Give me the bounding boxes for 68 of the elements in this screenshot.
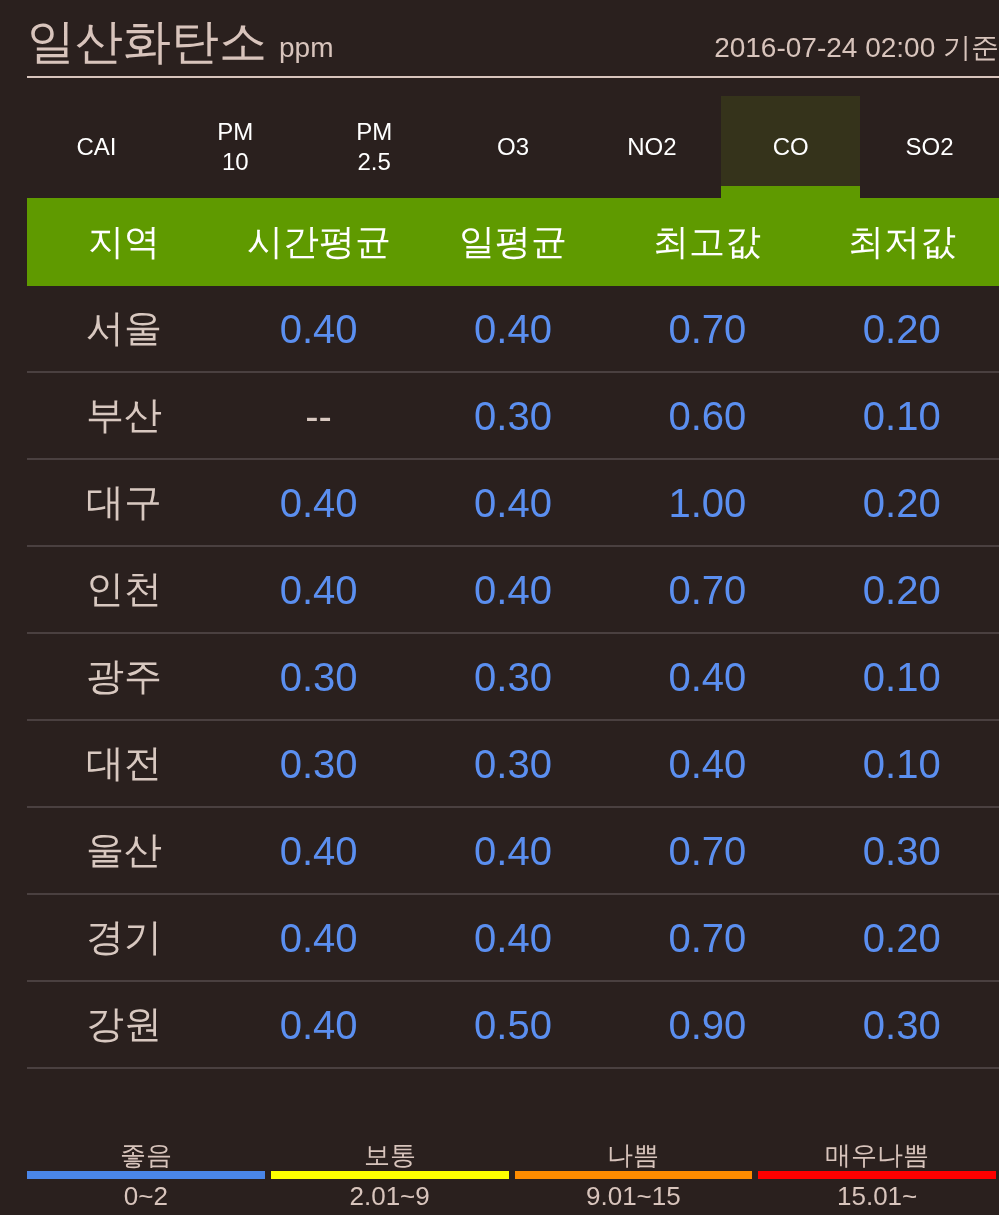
value-cell-text: 0.40 (473, 827, 553, 875)
region-cell-text: 인천 (85, 567, 164, 612)
pollutant-tab[interactable]: O3 (443, 96, 583, 198)
pollutant-tab[interactable]: PM 10 (165, 96, 305, 198)
region-cell-text: 경기 (85, 915, 164, 960)
value-cell-text: 0.40 (667, 740, 748, 788)
value-cell-text: 0.40 (278, 914, 359, 962)
value-cell-text: 0.30 (861, 1001, 942, 1049)
column-header: 최고값 (652, 220, 763, 264)
legend-label: 매우나쁨 (825, 1139, 930, 1171)
value-cell-text: 0.90 (667, 1001, 748, 1049)
value-cell-text: 0.40 (278, 566, 359, 614)
legend-range: 2.01~9 (349, 1180, 430, 1213)
legend-range: 0~2 (123, 1180, 168, 1213)
pollutant-tab[interactable]: CO (721, 96, 861, 198)
value-cell-text: 0.40 (278, 827, 359, 875)
region-cell-text: 울산 (85, 828, 164, 873)
region-cell-text: 부산 (85, 393, 164, 438)
value-cell-text: 0.30 (473, 653, 553, 701)
pollutant-tab[interactable]: PM 2.5 (304, 96, 444, 198)
region-cell-text: 서울 (85, 306, 164, 351)
region-cell-text: 강원 (85, 1002, 164, 1047)
value-cell-text: 0.40 (473, 914, 553, 962)
value-cell-text: 0.70 (667, 827, 748, 875)
value-cell-text: 0.40 (473, 479, 553, 527)
legend-label: 나쁨 (607, 1139, 660, 1171)
column-header: 최저값 (846, 220, 957, 264)
value-cell-text: 0.40 (278, 479, 359, 527)
value-cell-text: 0.20 (861, 479, 942, 527)
region-cell-text: 광주 (85, 654, 164, 699)
value-cell-text: 0.20 (861, 305, 942, 353)
column-header: 시간평균 (245, 220, 392, 264)
legend-label: 좋음 (119, 1139, 172, 1171)
value-cell-text: 0.70 (667, 305, 748, 353)
pollutant-tab[interactable]: SO2 (860, 96, 999, 198)
value-cell-text: 0.70 (667, 566, 748, 614)
value-cell-text: -- (304, 392, 333, 440)
value-cell-text: 0.20 (861, 566, 942, 614)
value-cell-text: 0.10 (861, 392, 942, 440)
column-header: 지역 (87, 220, 162, 264)
value-cell-text: 0.30 (473, 392, 553, 440)
value-cell-text: 0.30 (473, 740, 553, 788)
value-cell-text: 0.70 (667, 914, 748, 962)
value-cell-text: 0.20 (861, 914, 942, 962)
column-header: 일평균 (458, 220, 568, 264)
timestamp: 2016-07-24 02:00 기준 (714, 34, 999, 65)
value-cell-text: 0.30 (861, 827, 942, 875)
value-cell-text: 1.00 (667, 479, 748, 527)
pollutant-tab[interactable]: NO2 (582, 96, 722, 198)
legend-label: 보통 (363, 1139, 416, 1171)
value-cell-text: 0.40 (473, 566, 553, 614)
value-cell-text: 0.10 (861, 653, 942, 701)
legend-range: 9.01~15 (586, 1180, 681, 1213)
legend-range: 15.01~ (837, 1180, 918, 1213)
value-cell-text: 0.50 (473, 1001, 553, 1049)
value-cell-text: 0.30 (278, 740, 359, 788)
value-cell-text: 0.30 (278, 653, 359, 701)
value-cell-text: 0.40 (667, 653, 748, 701)
region-cell-text: 대구 (85, 480, 164, 525)
page-title: 일산화탄소 (27, 18, 267, 66)
value-cell-text: 0.40 (278, 305, 359, 353)
value-cell-text: 0.40 (473, 305, 553, 353)
value-cell-text: 0.10 (861, 740, 942, 788)
pollutant-tab[interactable]: CAI (27, 96, 166, 198)
unit-label: ppm (279, 34, 334, 65)
value-cell-text: 0.60 (667, 392, 748, 440)
region-cell-text: 대전 (85, 741, 164, 786)
value-cell-text: 0.40 (278, 1001, 359, 1049)
